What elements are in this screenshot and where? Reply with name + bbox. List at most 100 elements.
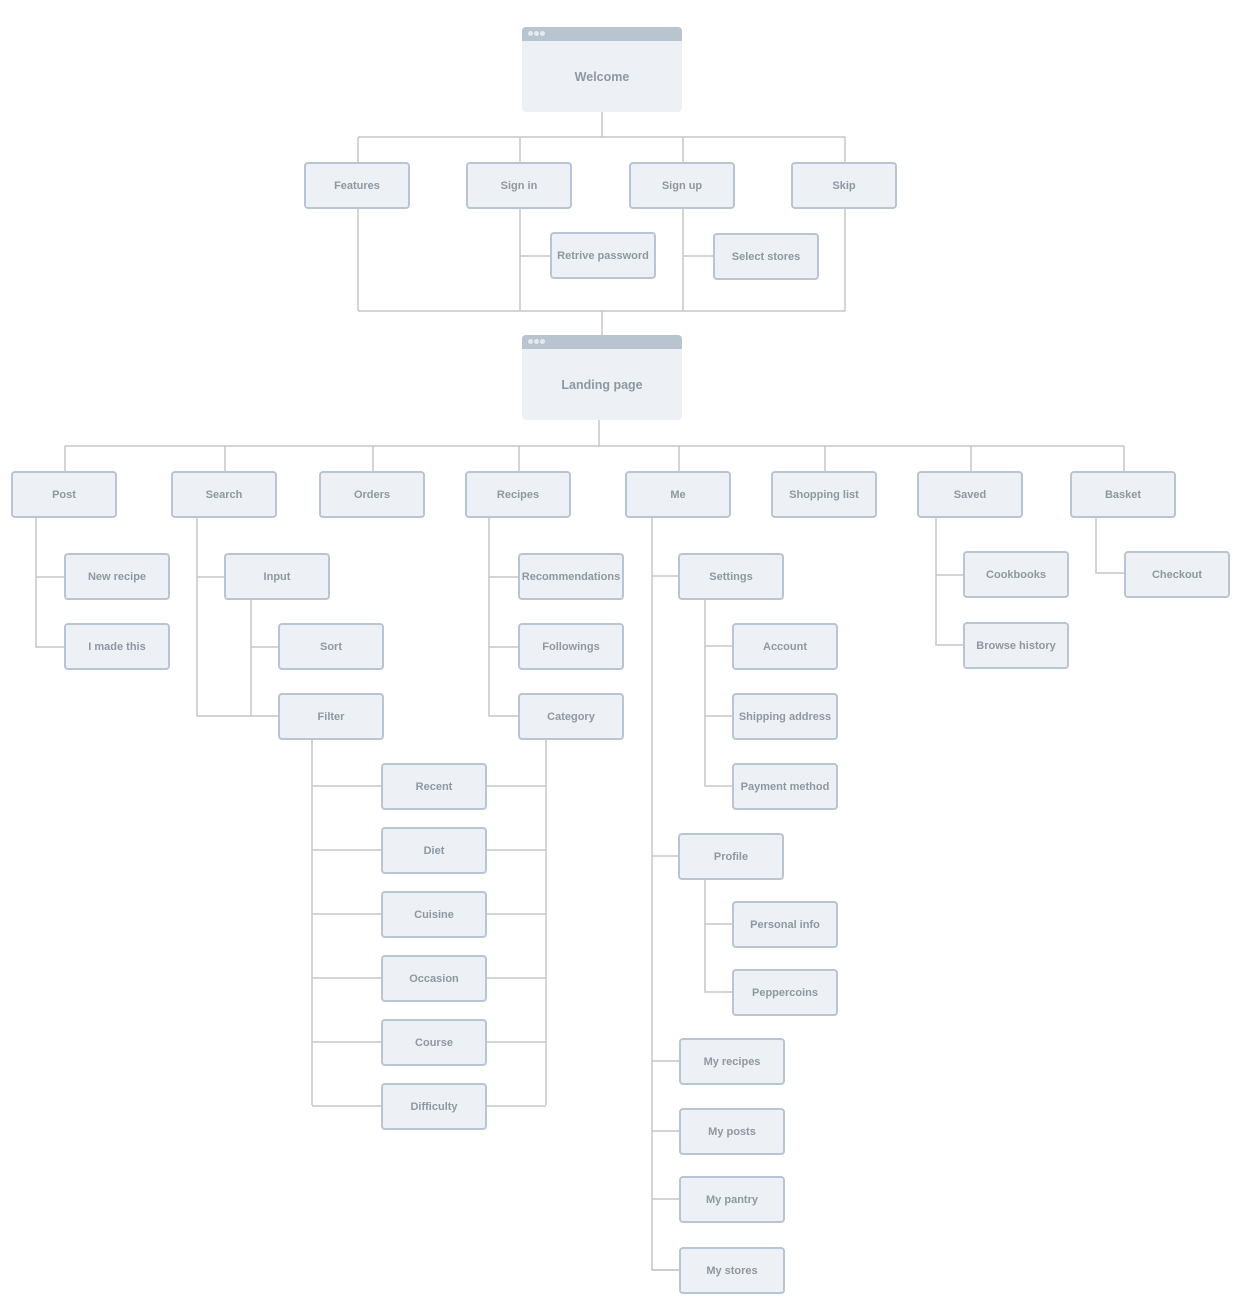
node-search[interactable]: Search [171, 471, 277, 518]
node-recent[interactable]: Recent [381, 763, 487, 810]
node-checkout[interactable]: Checkout [1124, 551, 1230, 598]
node-my-pantry[interactable]: My pantry [679, 1176, 785, 1223]
screen-landing-page[interactable]: Landing page [522, 335, 682, 420]
node-recommendations[interactable]: Recommendations [518, 553, 624, 600]
node-label: Difficulty [410, 1100, 458, 1113]
node-label: Basket [1104, 488, 1142, 501]
node-retrive-password[interactable]: Retrive password [550, 232, 656, 279]
node-label: Peppercoins [751, 986, 819, 999]
browser-window-icon [522, 27, 682, 41]
node-label: Orders [353, 488, 391, 501]
connector-line [35, 517, 64, 648]
node-label: Recipes [496, 488, 540, 501]
node-label: Profile [713, 850, 749, 863]
node-label: Cookbooks [986, 568, 1046, 581]
node-sign-up[interactable]: Sign up [629, 162, 735, 209]
connector-line [704, 599, 732, 787]
screen-title: Welcome [574, 69, 630, 84]
connector-line [196, 517, 278, 717]
node-my-stores[interactable]: My stores [679, 1247, 785, 1294]
node-saved[interactable]: Saved [917, 471, 1023, 518]
node-label: Cuisine [414, 908, 454, 921]
node-label: Recommendations [521, 570, 621, 583]
node-label: Category [547, 710, 595, 723]
window-dot-icon [540, 31, 545, 36]
node-label: Saved [953, 488, 987, 501]
node-followings[interactable]: Followings [518, 623, 624, 670]
node-sort[interactable]: Sort [278, 623, 384, 670]
node-label: Features [334, 179, 380, 192]
node-cuisine[interactable]: Cuisine [381, 891, 487, 938]
window-dot-icon [534, 31, 539, 36]
node-shipping-address[interactable]: Shipping address [732, 693, 838, 740]
node-label: Sign up [661, 179, 703, 192]
node-label: Sort [320, 640, 342, 653]
node-label: Diet [423, 844, 445, 857]
node-recipes[interactable]: Recipes [465, 471, 571, 518]
window-dot-icon [534, 339, 539, 344]
node-category[interactable]: Category [518, 693, 624, 740]
node-i-made-this[interactable]: I made this [64, 623, 170, 670]
connector-line [935, 517, 963, 646]
screen-title: Landing page [561, 377, 643, 392]
node-account[interactable]: Account [732, 623, 838, 670]
node-profile[interactable]: Profile [678, 833, 784, 880]
node-input[interactable]: Input [224, 553, 330, 600]
node-payment-method[interactable]: Payment method [732, 763, 838, 810]
node-filter[interactable]: Filter [278, 693, 384, 740]
node-label: Occasion [409, 972, 459, 985]
node-settings[interactable]: Settings [678, 553, 784, 600]
node-sign-in[interactable]: Sign in [466, 162, 572, 209]
node-label: Recent [415, 780, 453, 793]
node-label: Personal info [750, 918, 820, 931]
connector-line [1095, 517, 1124, 574]
node-label: Post [52, 488, 76, 501]
node-skip[interactable]: Skip [791, 162, 897, 209]
node-cookbooks[interactable]: Cookbooks [963, 551, 1069, 598]
node-shopping-list[interactable]: Shopping list [771, 471, 877, 518]
node-select-stores[interactable]: Select stores [713, 233, 819, 280]
node-browse-history[interactable]: Browse history [963, 622, 1069, 669]
node-label: Settings [709, 570, 753, 583]
node-me[interactable]: Me [625, 471, 731, 518]
node-label: Retrive password [557, 249, 649, 262]
node-label: My posts [708, 1125, 756, 1138]
node-label: My pantry [706, 1193, 758, 1206]
node-label: Shipping address [738, 710, 832, 723]
window-dot-icon [528, 31, 533, 36]
node-difficulty[interactable]: Difficulty [381, 1083, 487, 1130]
node-peppercoins[interactable]: Peppercoins [732, 969, 838, 1016]
node-label: My stores [706, 1264, 758, 1277]
node-label: New recipe [87, 570, 147, 583]
browser-window-icon [522, 335, 682, 349]
node-post[interactable]: Post [11, 471, 117, 518]
node-personal-info[interactable]: Personal info [732, 901, 838, 948]
node-label: Me [670, 488, 686, 501]
node-basket[interactable]: Basket [1070, 471, 1176, 518]
node-label: Browse history [976, 639, 1056, 652]
node-label: My recipes [703, 1055, 761, 1068]
node-occasion[interactable]: Occasion [381, 955, 487, 1002]
node-orders[interactable]: Orders [319, 471, 425, 518]
node-my-recipes[interactable]: My recipes [679, 1038, 785, 1085]
screen-welcome[interactable]: Welcome [522, 27, 682, 112]
node-label: Payment method [740, 780, 830, 793]
node-label: Select stores [731, 250, 801, 263]
connector-line [651, 517, 679, 1271]
node-label: Followings [542, 640, 600, 653]
node-label: Skip [832, 179, 856, 192]
connector-line [488, 517, 518, 717]
node-label: Filter [317, 710, 345, 723]
node-diet[interactable]: Diet [381, 827, 487, 874]
node-features[interactable]: Features [304, 162, 410, 209]
node-label: Account [763, 640, 807, 653]
node-my-posts[interactable]: My posts [679, 1108, 785, 1155]
node-label: Input [263, 570, 291, 583]
node-label: I made this [88, 640, 146, 653]
node-course[interactable]: Course [381, 1019, 487, 1066]
node-new-recipe[interactable]: New recipe [64, 553, 170, 600]
node-label: Checkout [1151, 568, 1203, 581]
connector-line [704, 879, 732, 993]
window-dot-icon [540, 339, 545, 344]
window-dot-icon [528, 339, 533, 344]
